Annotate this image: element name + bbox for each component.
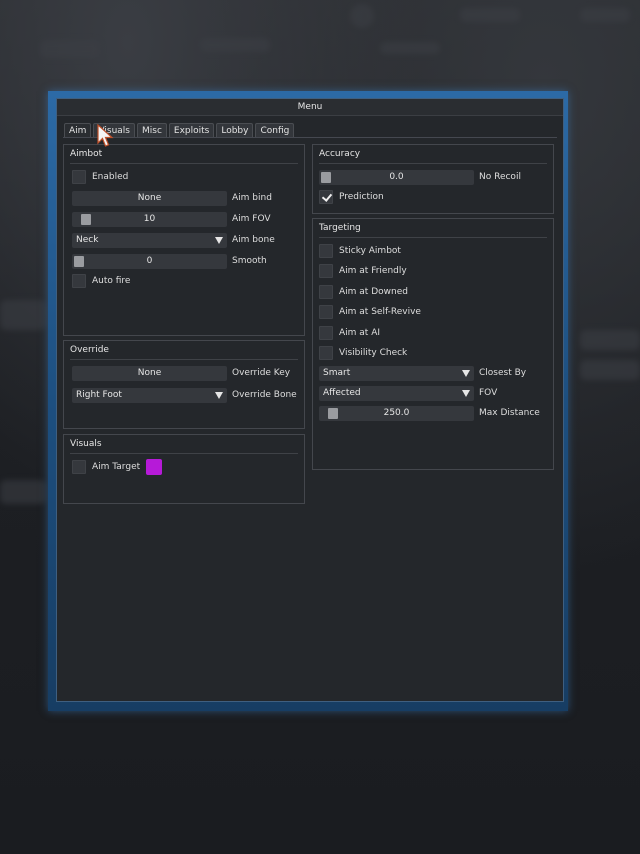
tab-aim[interactable]: Aim [64, 123, 92, 138]
tab-config[interactable]: Config [255, 123, 295, 138]
max-distance-label: Max Distance [479, 408, 540, 418]
override-bone-value: Right Foot [76, 390, 122, 400]
fov-value: Affected [323, 388, 361, 398]
smooth-label: Smooth [232, 256, 267, 266]
closest-by-value: Smart [323, 368, 351, 378]
aim-bind-button[interactable]: None [72, 191, 227, 206]
closest-by-dropdown[interactable]: Smart [319, 366, 474, 381]
auto-fire-checkbox[interactable] [72, 274, 86, 288]
targeting-group: Targeting Sticky Aimbot Aim at Friendly … [312, 218, 554, 470]
aim-target-color-picker[interactable] [146, 459, 162, 475]
mouse-cursor-icon [97, 123, 115, 151]
divider [319, 163, 547, 164]
tab-exploits[interactable]: Exploits [168, 123, 215, 138]
chevron-down-icon [215, 392, 223, 399]
aim-at-friendly-checkbox[interactable] [319, 264, 333, 278]
accuracy-group-title: Accuracy [319, 149, 361, 159]
tab-misc[interactable]: Misc [137, 123, 167, 138]
aim-bone-dropdown[interactable]: Neck [72, 233, 227, 248]
aim-target-label: Aim Target [92, 462, 141, 472]
no-recoil-slider[interactable]: 0.0 [319, 170, 474, 185]
menu-window: Menu Aim Visuals Misc Exploits Lobby Con… [56, 98, 564, 702]
override-group-title: Override [70, 345, 109, 355]
visuals-group-title: Visuals [70, 439, 102, 449]
no-recoil-label: No Recoil [479, 172, 521, 182]
chevron-down-icon [215, 237, 223, 244]
tab-lobby[interactable]: Lobby [216, 123, 254, 138]
override-group: Override None Override Key Right Foot Ov… [63, 340, 305, 429]
divider [70, 163, 298, 164]
no-recoil-value: 0.0 [389, 172, 404, 182]
enabled-checkbox[interactable] [72, 170, 86, 184]
aim-at-downed-label: Aim at Downed [339, 287, 408, 297]
override-bone-dropdown[interactable]: Right Foot [72, 388, 227, 403]
override-bone-label: Override Bone [232, 390, 297, 400]
accuracy-group: Accuracy 0.0 No Recoil Prediction [312, 144, 554, 214]
aim-at-friendly-label: Aim at Friendly [339, 266, 407, 276]
override-key-button[interactable]: None [72, 366, 227, 381]
auto-fire-label: Auto fire [92, 276, 131, 286]
aim-bind-label: Aim bind [232, 193, 272, 203]
enabled-label: Enabled [92, 172, 129, 182]
divider [70, 359, 298, 360]
smooth-slider[interactable]: 0 [72, 254, 227, 269]
override-key-label: Override Key [232, 368, 291, 378]
aim-at-self-revive-label: Aim at Self-Revive [339, 307, 421, 317]
closest-by-label: Closest By [479, 368, 527, 378]
aim-fov-value: 10 [143, 214, 156, 224]
aim-at-downed-checkbox[interactable] [319, 285, 333, 299]
chevron-down-icon [462, 370, 470, 377]
prediction-checkbox[interactable] [319, 190, 333, 204]
prediction-label: Prediction [339, 192, 384, 202]
max-distance-slider[interactable]: 250.0 [319, 406, 474, 421]
aim-at-ai-label: Aim at AI [339, 328, 381, 338]
fov-label: FOV [479, 388, 498, 398]
aim-at-self-revive-checkbox[interactable] [319, 305, 333, 319]
aim-fov-slider[interactable]: 10 [72, 212, 227, 227]
divider [319, 237, 547, 238]
aim-bone-label: Aim bone [232, 235, 275, 245]
visuals-group: Visuals Aim Target [63, 434, 305, 504]
chevron-down-icon [462, 390, 470, 397]
aim-fov-label: Aim FOV [232, 214, 271, 224]
aim-at-ai-checkbox[interactable] [319, 326, 333, 340]
divider [70, 453, 298, 454]
aim-bone-value: Neck [76, 235, 99, 245]
sticky-aimbot-checkbox[interactable] [319, 244, 333, 258]
smooth-value: 0 [146, 256, 153, 266]
visibility-check-checkbox[interactable] [319, 346, 333, 360]
aimbot-group: Aimbot Enabled None Aim bind 10 Aim FOV … [63, 144, 305, 336]
visibility-check-label: Visibility Check [339, 348, 408, 358]
window-title[interactable]: Menu [57, 99, 563, 116]
sticky-aimbot-label: Sticky Aimbot [339, 246, 401, 256]
targeting-group-title: Targeting [319, 223, 361, 233]
max-distance-value: 250.0 [383, 408, 410, 418]
fov-dropdown[interactable]: Affected [319, 386, 474, 401]
tab-content-divider [63, 137, 557, 138]
aim-target-checkbox[interactable] [72, 460, 86, 474]
